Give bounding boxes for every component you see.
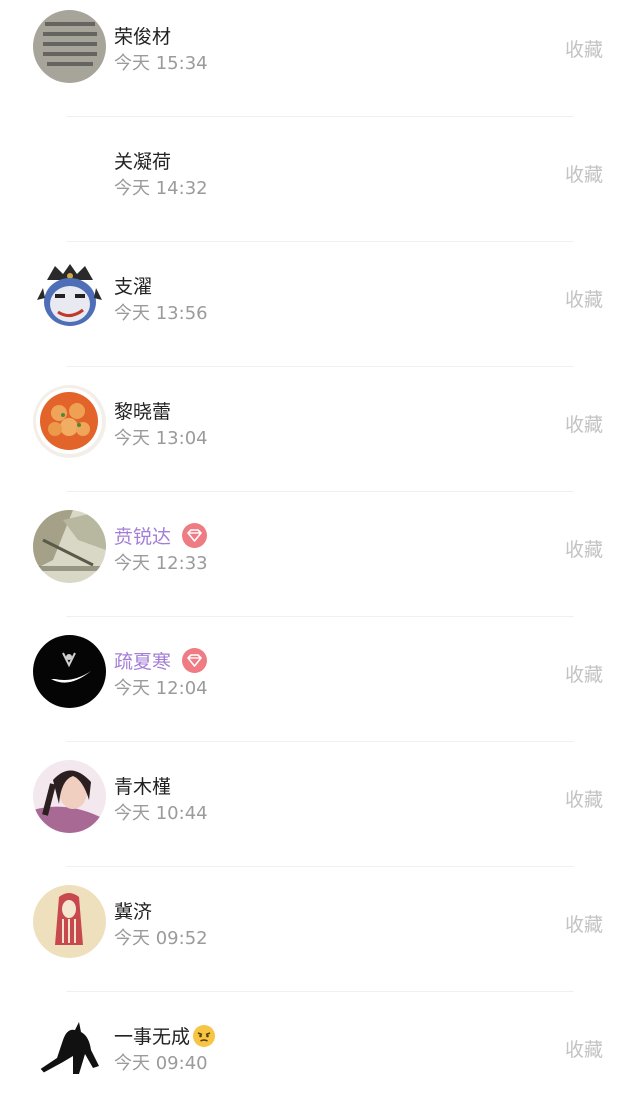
timestamp: 今天 10:44 — [114, 803, 208, 824]
avatar[interactable] — [33, 10, 106, 83]
favorite-button[interactable]: 收藏 — [565, 410, 603, 437]
user-name: 青木槿 — [114, 776, 172, 798]
favorite-button[interactable]: 收藏 — [565, 35, 603, 62]
favorite-button[interactable]: 收藏 — [565, 535, 603, 562]
user-name: 贲锐达 — [114, 522, 208, 549]
angry-face-icon — [193, 1024, 216, 1047]
favorite-button[interactable]: 收藏 — [565, 285, 603, 312]
user-name: 冀济 — [114, 901, 153, 923]
list-item[interactable]: 黎晓蕾 今天 13:04 收藏 — [0, 375, 640, 500]
avatar[interactable] — [33, 1010, 106, 1083]
user-name: 一事无成 — [114, 1022, 216, 1049]
list-item[interactable]: 支濯 今天 13:56 收藏 — [0, 250, 640, 375]
list-item[interactable]: 荣俊材 今天 15:34 收藏 — [0, 0, 640, 125]
diamond-icon — [182, 523, 208, 548]
timestamp: 今天 13:56 — [114, 303, 208, 324]
divider — [66, 866, 574, 867]
avatar[interactable] — [33, 635, 106, 708]
avatar[interactable] — [33, 385, 106, 458]
divider — [66, 366, 574, 367]
user-name: 支濯 — [114, 276, 153, 298]
favorite-button[interactable]: 收藏 — [565, 160, 603, 187]
favorites-list: 荣俊材 今天 15:34 收藏 关凝荷 今天 14:32 收藏 支濯 今天 13… — [0, 0, 640, 1097]
avatar[interactable] — [33, 510, 106, 583]
favorite-button[interactable]: 收藏 — [565, 660, 603, 687]
favorite-button[interactable]: 收藏 — [565, 910, 603, 937]
avatar[interactable] — [33, 135, 106, 208]
divider — [66, 991, 574, 992]
divider — [66, 116, 574, 117]
timestamp: 今天 12:04 — [114, 678, 208, 699]
divider — [66, 616, 574, 617]
avatar[interactable] — [33, 260, 106, 333]
user-name: 关凝荷 — [114, 151, 172, 173]
avatar[interactable] — [33, 760, 106, 833]
user-name: 荣俊材 — [114, 26, 172, 48]
user-name: 疏夏寒 — [114, 647, 208, 674]
timestamp: 今天 12:33 — [114, 553, 208, 574]
avatar[interactable] — [33, 885, 106, 958]
timestamp: 今天 09:52 — [114, 928, 208, 949]
user-name: 黎晓蕾 — [114, 401, 172, 423]
list-item[interactable]: 青木槿 今天 10:44 收藏 — [0, 750, 640, 875]
list-item[interactable]: 关凝荷 今天 14:32 收藏 — [0, 125, 640, 250]
list-item[interactable]: 贲锐达 今天 12:33 收藏 — [0, 500, 640, 625]
timestamp: 今天 15:34 — [114, 53, 208, 74]
timestamp: 今天 14:32 — [114, 178, 208, 199]
divider — [66, 741, 574, 742]
favorite-button[interactable]: 收藏 — [565, 1035, 603, 1062]
list-item[interactable]: 一事无成 今天 09:40 收藏 — [0, 1000, 640, 1097]
timestamp: 今天 13:04 — [114, 428, 208, 449]
list-item[interactable]: 疏夏寒 今天 12:04 收藏 — [0, 625, 640, 750]
divider — [66, 491, 574, 492]
divider — [66, 241, 574, 242]
timestamp: 今天 09:40 — [114, 1053, 208, 1074]
favorite-button[interactable]: 收藏 — [565, 785, 603, 812]
list-item[interactable]: 冀济 今天 09:52 收藏 — [0, 875, 640, 1000]
diamond-icon — [182, 648, 208, 673]
